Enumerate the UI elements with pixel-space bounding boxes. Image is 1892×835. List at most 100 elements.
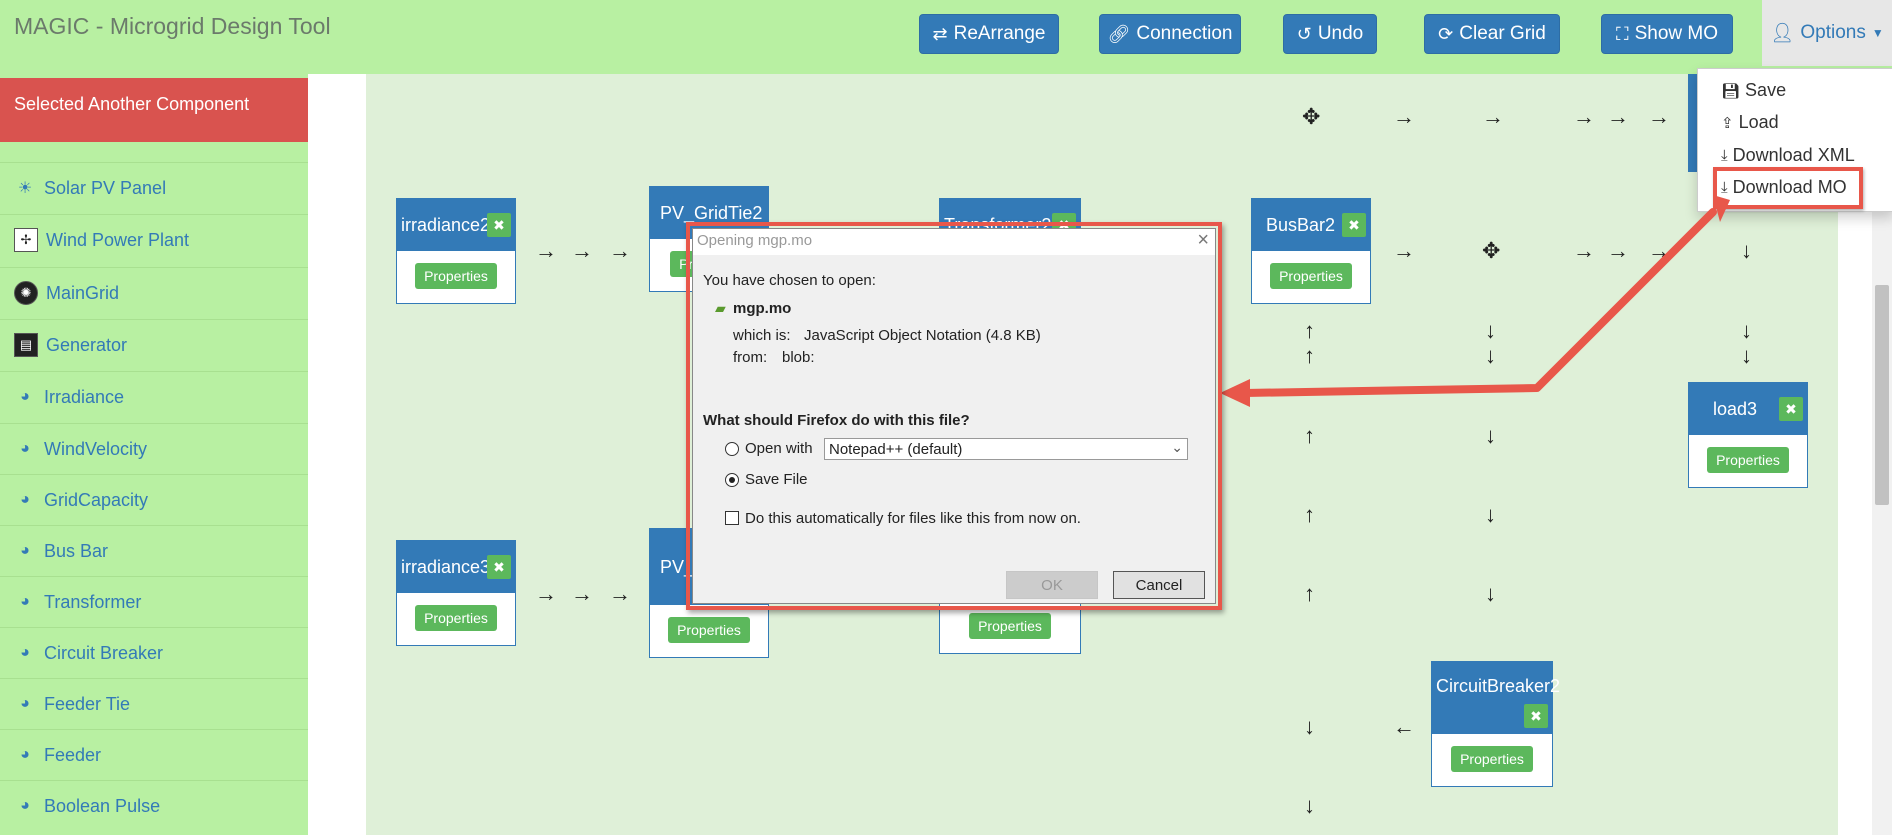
- undo-button[interactable]: ↺ Undo: [1283, 14, 1377, 54]
- clear-grid-button[interactable]: ⟳ Clear Grid: [1424, 14, 1560, 54]
- dashboard-icon: ◕: [20, 797, 30, 814]
- remove-node-icon[interactable]: ✖: [487, 555, 511, 579]
- sidebar-item-circuit-breaker[interactable]: ◕ Circuit Breaker: [0, 627, 308, 678]
- menu-item-label: Load: [1738, 112, 1779, 132]
- sidebar-item-label: Generator: [46, 334, 128, 355]
- download-mo-highlight: [1713, 167, 1863, 209]
- sidebar-item-transformer[interactable]: ◕ Transformer: [0, 576, 308, 627]
- node-busbar2[interactable]: BusBar2 ✖ Properties: [1251, 198, 1371, 304]
- menu-item-load[interactable]: ⇪ Load: [1721, 112, 1779, 133]
- options-dropdown-toggle[interactable]: 👤︎ Options ▼: [1762, 0, 1892, 66]
- arrow-down-icon: ↓: [1485, 423, 1496, 448]
- file-type-value: JavaScript Object Notation (4.8 KB): [804, 327, 1041, 344]
- sidebar-item-generator[interactable]: ▤ Generator: [0, 319, 308, 370]
- arrow-down-icon: ↓: [1741, 238, 1752, 263]
- file-source-label: from:: [733, 349, 768, 366]
- arrow-right-icon: →: [1393, 104, 1415, 129]
- sidebar-item-label: Boolean Pulse: [44, 795, 161, 816]
- dashboard-icon: ◕: [20, 542, 30, 559]
- arrows-exchange-icon: ⇄: [932, 23, 948, 44]
- arrow-down-icon: ↓: [1485, 318, 1496, 343]
- rearrange-button[interactable]: ⇄ ReArrange: [919, 14, 1059, 54]
- connection-button[interactable]: 🔗︎ Connection: [1099, 14, 1241, 54]
- dialog-intro: You have chosen to open:: [703, 272, 876, 289]
- arrow-down-icon: ↓: [1485, 502, 1496, 527]
- clear-grid-label: Clear Grid: [1459, 23, 1546, 44]
- properties-button[interactable]: Properties: [1451, 746, 1533, 772]
- open-with-select[interactable]: Notepad++ (default) ⌄: [824, 438, 1188, 460]
- properties-button[interactable]: Properties: [668, 617, 750, 643]
- link-icon: 🔗︎: [1107, 23, 1131, 44]
- remove-node-icon[interactable]: ✖: [1524, 704, 1548, 728]
- floppy-icon: 💾︎: [1721, 82, 1741, 100]
- sidebar-item-windvelocity[interactable]: ◕ WindVelocity: [0, 423, 308, 474]
- sidebar-item-irradiance[interactable]: ◕ Irradiance: [0, 371, 308, 422]
- arrow-right-icon: →: [571, 238, 593, 263]
- open-with-radio[interactable]: [725, 442, 739, 456]
- move-handle-icon[interactable]: ✥: [1302, 106, 1320, 128]
- open-with-label[interactable]: Open with: [745, 440, 813, 457]
- sidebar-item-maingrid[interactable]: ✺ MainGrid: [0, 267, 308, 318]
- remove-node-icon[interactable]: ✖: [1342, 213, 1366, 237]
- cancel-button[interactable]: Cancel: [1113, 571, 1205, 599]
- sidebar-item-feeder-tie[interactable]: ◕ Feeder Tie: [0, 678, 308, 729]
- properties-button[interactable]: Properties: [415, 605, 497, 631]
- node-irradiance3[interactable]: irradiance3 ✖ Properties: [396, 540, 516, 646]
- sidebar-item-bus-bar[interactable]: ◕ Bus Bar: [0, 525, 308, 576]
- sidebar-item-label: MainGrid: [46, 282, 120, 303]
- sidebar-item-label: WindVelocity: [44, 438, 148, 459]
- node-title: load3: [1713, 398, 1758, 419]
- node-irradiance2[interactable]: irradiance2 ✖ Properties: [396, 198, 516, 304]
- show-mo-button[interactable]: ⛶ Show MO: [1601, 14, 1733, 54]
- sidebar-item-solar-pv-panel[interactable]: ☀ Solar PV Panel: [0, 162, 308, 213]
- sidebar-item-label: Irradiance: [44, 386, 125, 407]
- arrow-down-icon: ↓: [1485, 343, 1496, 368]
- file-source-value: blob:: [782, 349, 815, 366]
- sidebar-item-feeder[interactable]: ◕ Feeder: [0, 729, 308, 780]
- sidebar-item-boolean-pulse[interactable]: ◕ Boolean Pulse: [0, 780, 308, 831]
- download-icon: ⤓: [1721, 147, 1728, 164]
- dashboard-icon: ◕: [20, 388, 30, 405]
- undo-icon: ↺: [1296, 23, 1312, 44]
- download-dialog: Opening mgp.mo × You have chosen to open…: [692, 228, 1216, 604]
- save-file-label[interactable]: Save File: [745, 471, 808, 488]
- open-with-value: Notepad++ (default): [829, 441, 963, 458]
- properties-button[interactable]: Properties: [1707, 447, 1789, 473]
- arrow-up-icon: ↑: [1304, 318, 1315, 343]
- menu-item-save[interactable]: 💾︎ Save: [1721, 80, 1786, 101]
- arrow-right-icon: →: [571, 581, 593, 606]
- arrow-right-icon: →: [609, 581, 631, 606]
- generator-icon: ▤: [14, 333, 38, 357]
- file-icon: ▰: [715, 300, 726, 316]
- sidebar-item-label: Circuit Breaker: [44, 642, 164, 663]
- close-icon[interactable]: ×: [1197, 229, 1209, 252]
- sidebar-item-gridcapacity[interactable]: ◕ GridCapacity: [0, 474, 308, 525]
- move-handle-icon[interactable]: ✥: [1482, 240, 1500, 262]
- arrow-down-icon: ↓: [1304, 793, 1315, 818]
- properties-button[interactable]: Properties: [415, 263, 497, 289]
- menu-item-label: Save: [1745, 80, 1787, 100]
- scrollbar-thumb[interactable]: [1875, 285, 1889, 505]
- menu-item-download-xml[interactable]: ⤓ Download XML: [1721, 145, 1855, 166]
- app-title[interactable]: MAGIC - Microgrid Design Tool: [14, 13, 331, 40]
- sidebar-item-wind-power-plant[interactable]: ✢ Wind Power Plant: [0, 214, 308, 265]
- properties-button[interactable]: Properties: [969, 613, 1051, 639]
- arrow-right-icon: →: [1573, 104, 1595, 129]
- save-file-radio[interactable]: [725, 473, 739, 487]
- arrow-right-icon: →: [1648, 238, 1670, 263]
- remove-node-icon[interactable]: ✖: [1779, 397, 1803, 421]
- node-title: PV_GridTie2: [660, 202, 763, 223]
- node-title: CircuitBreaker2: [1436, 676, 1561, 696]
- ok-button[interactable]: OK: [1006, 571, 1098, 599]
- dashboard-icon: ◕: [20, 593, 30, 610]
- auto-checkbox[interactable]: [725, 511, 739, 525]
- remove-node-icon[interactable]: ✖: [487, 213, 511, 237]
- properties-button[interactable]: Properties: [1270, 263, 1352, 289]
- sitemap-icon: ⛶: [1615, 23, 1629, 44]
- node-load3[interactable]: load3 ✖ Properties: [1688, 382, 1808, 488]
- node-circuitbreaker2[interactable]: CircuitBreaker2 ✖ Properties: [1431, 661, 1560, 787]
- auto-checkbox-label[interactable]: Do this automatically for files like thi…: [745, 510, 1081, 527]
- options-label: Options: [1800, 22, 1866, 43]
- arrow-right-icon: →: [535, 581, 557, 606]
- maingrid-icon: ✺: [14, 281, 38, 305]
